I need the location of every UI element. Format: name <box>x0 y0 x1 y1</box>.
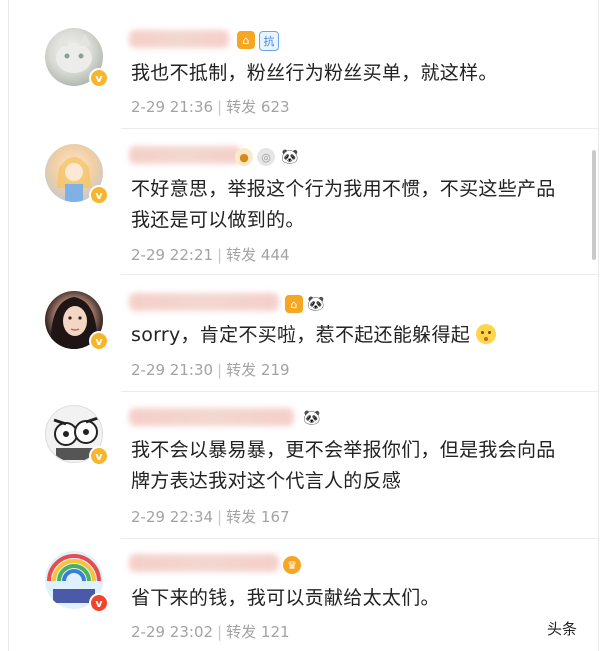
comment-text-content: sorry，肯定不买啦，惹不起还能躲得起 <box>131 324 471 346</box>
watermark: 头条 <box>546 620 577 638</box>
comment-list: v ⌂ 抗 我也不抵制，粉丝行为粉丝买单，就这样。 2-29 21:36 | 转发 … <box>8 0 599 651</box>
comment-item[interactable]: v 🐼 我不会以暴易暴，更不会举报你们，但是我会向品牌方表达我对这个代言人的反感… <box>9 392 598 538</box>
comment-text: 不好意思，举报这个行为我用不惯，不买这些产品我还是可以做到的。 <box>131 178 556 231</box>
comment-date: 2-29 22:21 <box>131 246 214 264</box>
repost-label: 转发 <box>226 98 257 116</box>
repost-count: 219 <box>260 361 290 379</box>
repost-button[interactable]: 转发 623 <box>226 98 289 116</box>
verified-icon: v <box>89 593 109 613</box>
comment-text: 我不会以暴易暴，更不会举报你们，但是我会向品牌方表达我对这个代言人的反感 <box>131 439 556 492</box>
verified-icon: v <box>89 185 109 205</box>
comment-meta: 2-29 21:30 | 转发 219 <box>131 359 290 380</box>
comment-meta: 2-29 22:34 | 转发 167 <box>131 506 290 527</box>
medal-badge-icon: ◎ <box>257 148 275 166</box>
house-badge-icon: ⌂ <box>237 31 255 49</box>
crown-badge-icon: ♛ <box>283 556 301 574</box>
flushed-face-emoji-icon <box>476 324 497 344</box>
username-blurred[interactable] <box>129 30 229 48</box>
verified-icon: v <box>89 446 109 466</box>
comment-meta: 2-29 22:21 | 转发 444 <box>131 244 290 265</box>
repost-count: 444 <box>260 246 290 264</box>
comment-item[interactable]: v ⌂ 🐼 sorry，肯定不买啦，惹不起还能躲得起 2-29 21:30 | 转发… <box>9 275 598 391</box>
comment-meta: 2-29 21:36 | 转发 623 <box>131 96 290 117</box>
repost-label: 转发 <box>226 246 257 264</box>
separator: | <box>217 508 223 526</box>
verified-icon: v <box>89 68 109 88</box>
house-badge-icon: ⌂ <box>285 295 303 313</box>
repost-label: 转发 <box>226 508 257 526</box>
repost-count: 167 <box>260 508 290 526</box>
separator: | <box>217 98 223 116</box>
separator: | <box>217 246 223 264</box>
repost-button[interactable]: 转发 167 <box>226 508 289 526</box>
scrollbar[interactable] <box>592 150 596 260</box>
comment-text: 省下来的钱，我可以贡献给太太们。 <box>131 587 440 609</box>
comment-item[interactable]: v ● ◎ 🐼 不好意思，举报这个行为我用不惯，不买这些产品我还是可以做到的。 … <box>9 129 598 275</box>
panda-icon: 🐼 <box>303 410 321 426</box>
separator: | <box>217 361 223 379</box>
repost-count: 623 <box>260 98 290 116</box>
username-blurred[interactable] <box>129 293 279 311</box>
comment-date: 2-29 22:34 <box>131 508 214 526</box>
comment-date: 2-29 21:36 <box>131 98 214 116</box>
username-blurred[interactable] <box>129 146 241 164</box>
separator: | <box>217 623 223 641</box>
comment-item[interactable]: v ⌂ 抗 我也不抵制，粉丝行为粉丝买单，就这样。 2-29 21:36 | 转发 … <box>9 0 598 128</box>
comment-date: 2-29 23:02 <box>131 623 214 641</box>
repost-button[interactable]: 转发 444 <box>226 246 289 264</box>
comment-meta: 2-29 23:02 | 转发 121 <box>131 621 290 642</box>
repost-label: 转发 <box>226 623 257 641</box>
repost-button[interactable]: 转发 219 <box>226 361 289 379</box>
repost-count: 121 <box>260 623 290 641</box>
blurred-badge-icon: ● <box>235 148 253 166</box>
verified-icon: v <box>89 331 109 351</box>
comment-date: 2-29 21:30 <box>131 361 214 379</box>
comment-item[interactable]: v ♛ 省下来的钱，我可以贡献给太太们。 2-29 23:02 | 转发 121 <box>9 539 598 651</box>
comment-text: sorry，肯定不买啦，惹不起还能躲得起 <box>131 320 574 351</box>
username-blurred[interactable] <box>129 554 279 572</box>
shield-badge-icon: 抗 <box>259 31 279 51</box>
panda-icon: 🐼 <box>281 149 299 165</box>
panda-icon: 🐼 <box>307 296 325 312</box>
username-blurred[interactable] <box>129 408 294 426</box>
repost-button[interactable]: 转发 121 <box>226 623 289 641</box>
repost-label: 转发 <box>226 361 257 379</box>
comment-text: 我也不抵制，粉丝行为粉丝买单，就这样。 <box>131 62 498 84</box>
